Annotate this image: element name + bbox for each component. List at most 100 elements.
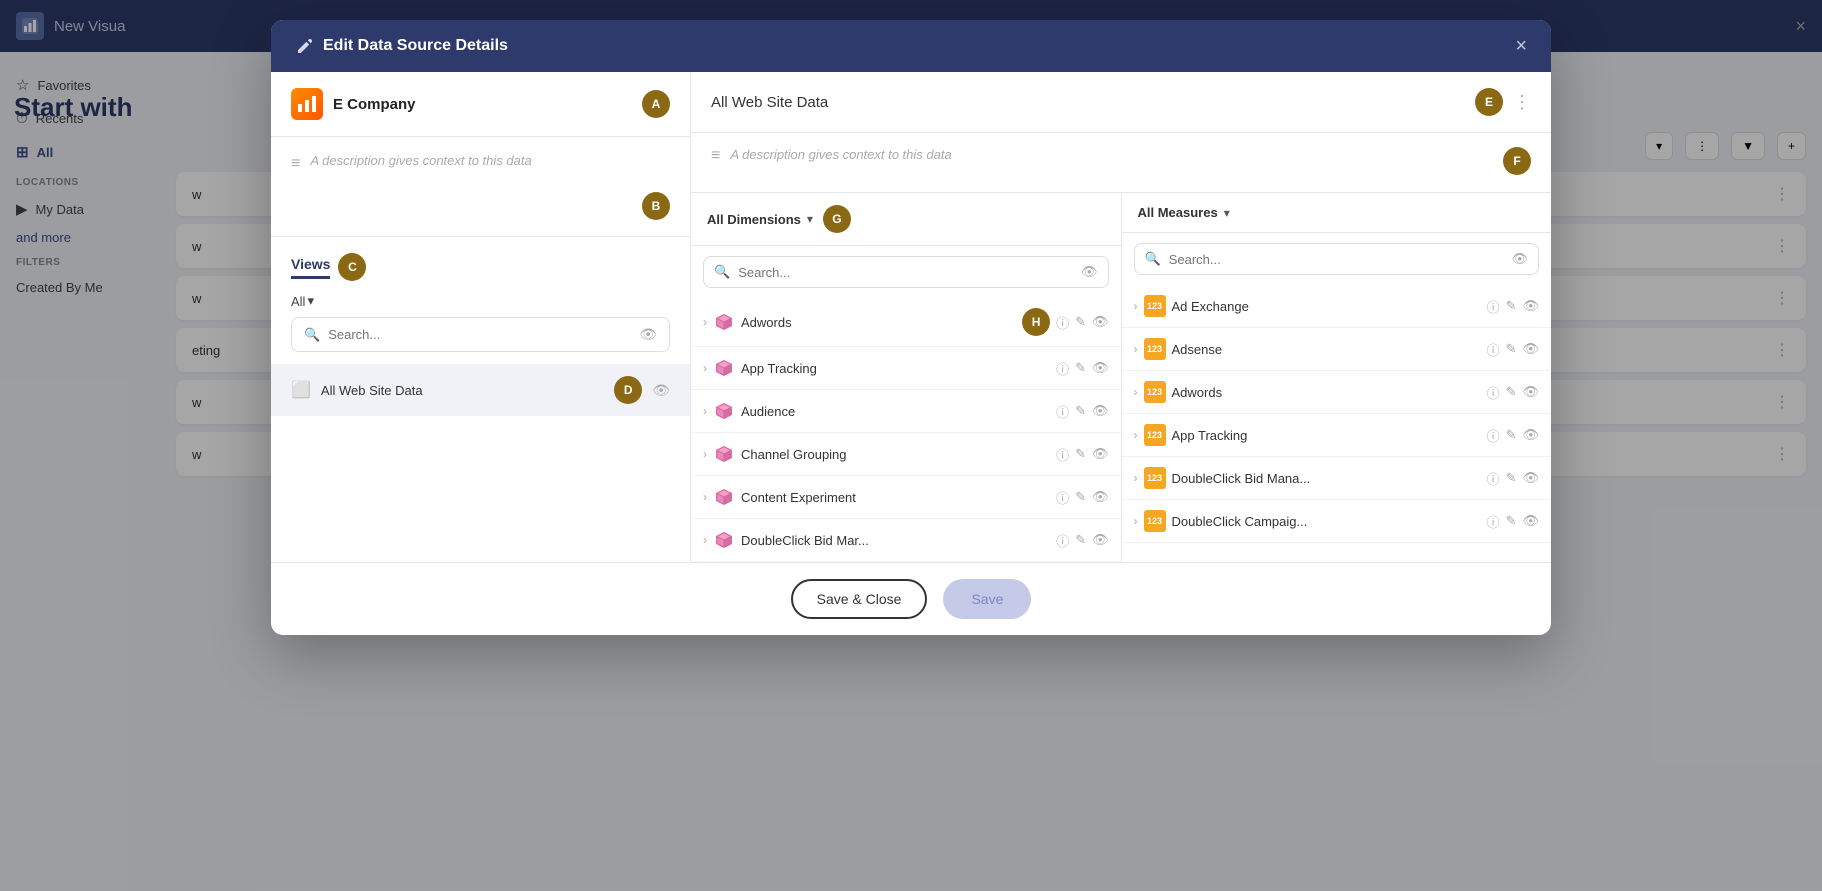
- eye-icon[interactable]: 👁: [1522, 298, 1539, 314]
- chevron-down-icon: ▾: [307, 293, 314, 309]
- eye-icon[interactable]: 👁: [1092, 403, 1109, 419]
- left-panel: E Company A ≡ A description gives contex…: [271, 72, 691, 562]
- chevron-icon: ›: [703, 533, 707, 547]
- measure-item-adwords[interactable]: › 123 Adwords ⓘ ✎ 👁: [1122, 371, 1552, 414]
- eye-icon[interactable]: 👁: [1092, 489, 1109, 505]
- eye-icon[interactable]: 👁: [1522, 341, 1539, 357]
- search-icon: 🔍: [304, 327, 320, 343]
- left-description-text: A description gives context to this data: [310, 153, 531, 168]
- badge-f: F: [1503, 147, 1531, 175]
- view-list-item[interactable]: ⬜ All Web Site Data D 👁: [271, 364, 690, 416]
- badge-d: D: [614, 376, 642, 404]
- all-filter-button[interactable]: All ▾: [291, 293, 314, 309]
- cube-icon-channel-grouping: [713, 443, 735, 465]
- eye-icon[interactable]: 👁: [1092, 532, 1109, 548]
- views-search-box: 🔍 👁: [291, 317, 670, 352]
- edit-icon[interactable]: ✎: [1075, 532, 1086, 548]
- edit-icon[interactable]: ✎: [1506, 384, 1517, 400]
- measures-title: All Measures: [1138, 205, 1218, 220]
- info-icon[interactable]: ⓘ: [1056, 402, 1069, 421]
- badge-g: G: [823, 205, 851, 233]
- chevron-icon: ›: [1134, 428, 1138, 442]
- datasource-more-button[interactable]: ⋮: [1513, 92, 1531, 113]
- dimensions-arrow-icon: ▾: [807, 212, 813, 226]
- dimensions-search-input[interactable]: [738, 265, 1073, 280]
- save-button[interactable]: Save: [943, 579, 1031, 619]
- view-list: ⬜ All Web Site Data D 👁: [271, 364, 690, 562]
- chevron-icon: ›: [1134, 514, 1138, 528]
- description-lines-icon: ≡: [291, 155, 300, 173]
- badge-b: B: [642, 192, 670, 220]
- chevron-icon: ›: [703, 361, 707, 375]
- info-icon[interactable]: ⓘ: [1056, 531, 1069, 550]
- views-tab[interactable]: Views: [291, 256, 330, 279]
- cube-icon-doubleclick: [713, 529, 735, 551]
- info-icon[interactable]: ⓘ: [1056, 359, 1069, 378]
- info-icon[interactable]: ⓘ: [1487, 383, 1500, 402]
- dim-eye-icon[interactable]: 👁: [1081, 264, 1098, 280]
- save-and-close-button[interactable]: Save & Close: [791, 579, 928, 619]
- dimension-item-app-tracking[interactable]: › App Tracking: [691, 347, 1121, 390]
- edit-icon[interactable]: ✎: [1506, 298, 1517, 314]
- edit-icon[interactable]: ✎: [1075, 489, 1086, 505]
- dimension-item-channel-grouping[interactable]: › Channel Grouping: [691, 433, 1121, 476]
- edit-icon[interactable]: ✎: [1506, 513, 1517, 529]
- dimension-item-doubleclick-bid[interactable]: › DoubleClick Bid Mar...: [691, 519, 1121, 562]
- info-icon[interactable]: ⓘ: [1056, 488, 1069, 507]
- chevron-icon: ›: [1134, 385, 1138, 399]
- badge-h: H: [1022, 308, 1050, 336]
- measure-item-doubleclick-campaign[interactable]: › 123 DoubleClick Campaig... ⓘ ✎ 👁: [1122, 500, 1552, 543]
- eye-icon[interactable]: 👁: [1522, 470, 1539, 486]
- measures-search-input[interactable]: [1169, 252, 1504, 267]
- edit-icon[interactable]: ✎: [1506, 341, 1517, 357]
- measure-item-adsense[interactable]: › 123 Adsense ⓘ ✎ 👁: [1122, 328, 1552, 371]
- eye-icon[interactable]: 👁: [1522, 384, 1539, 400]
- datasource-description-area: ≡ A description gives context to this da…: [691, 133, 1551, 193]
- company-header: E Company A: [271, 72, 690, 137]
- modal-close-button[interactable]: ×: [1515, 35, 1527, 58]
- dimension-item-content-experiment[interactable]: › Content Experiment: [691, 476, 1121, 519]
- info-icon[interactable]: ⓘ: [1487, 426, 1500, 445]
- cube-icon-app-tracking: [713, 357, 735, 379]
- eye-icon[interactable]: 👁: [1522, 513, 1539, 529]
- edit-icon[interactable]: ✎: [1075, 446, 1086, 462]
- dimension-item-audience[interactable]: › Audience ⓘ: [691, 390, 1121, 433]
- all-filter-row: All ▾: [271, 289, 690, 317]
- measure-name-adsense: Adsense: [1172, 342, 1481, 357]
- eye-icon[interactable]: 👁: [1522, 427, 1539, 443]
- eye-icon[interactable]: 👁: [639, 326, 657, 343]
- dimensions-column: All Dimensions ▾ G 🔍 👁 ›: [691, 193, 1122, 562]
- edit-icon[interactable]: ✎: [1075, 314, 1086, 330]
- eye-icon[interactable]: 👁: [1092, 360, 1109, 376]
- edit-icon[interactable]: ✎: [1075, 360, 1086, 376]
- edit-datasource-modal: Edit Data Source Details × E Company A ≡: [271, 20, 1551, 635]
- chevron-icon: ›: [703, 404, 707, 418]
- edit-icon[interactable]: ✎: [1075, 403, 1086, 419]
- eye-icon[interactable]: 👁: [1092, 446, 1109, 462]
- measure-item-doubleclick-bid[interactable]: › 123 DoubleClick Bid Mana... ⓘ ✎ 👁: [1122, 457, 1552, 500]
- edit-icon[interactable]: ✎: [1506, 427, 1517, 443]
- measure-item-ad-exchange[interactable]: › 123 Ad Exchange ⓘ ✎ 👁: [1122, 285, 1552, 328]
- edit-icon[interactable]: ✎: [1506, 470, 1517, 486]
- info-icon[interactable]: ⓘ: [1056, 445, 1069, 464]
- modal-body: E Company A ≡ A description gives contex…: [271, 72, 1551, 562]
- modal-header: Edit Data Source Details ×: [271, 20, 1551, 72]
- info-icon[interactable]: ⓘ: [1487, 512, 1500, 531]
- info-icon[interactable]: ⓘ: [1487, 469, 1500, 488]
- chevron-icon: ›: [703, 490, 707, 504]
- view-item-eye-icon[interactable]: 👁: [652, 382, 670, 399]
- company-icon: [291, 88, 323, 120]
- info-icon[interactable]: ⓘ: [1056, 313, 1069, 332]
- measures-list: › 123 Ad Exchange ⓘ ✎ 👁 › 123: [1122, 285, 1552, 562]
- badge-c: C: [338, 253, 366, 281]
- info-icon[interactable]: ⓘ: [1487, 297, 1500, 316]
- measure-item-app-tracking[interactable]: › 123 App Tracking ⓘ ✎ 👁: [1122, 414, 1552, 457]
- dimension-name-app-tracking: App Tracking: [741, 361, 1050, 376]
- meas-eye-icon[interactable]: 👁: [1511, 251, 1528, 267]
- chevron-icon: ›: [1134, 471, 1138, 485]
- info-icon[interactable]: ⓘ: [1487, 340, 1500, 359]
- eye-icon[interactable]: 👁: [1092, 314, 1109, 330]
- views-search-input[interactable]: [328, 327, 631, 342]
- all-filter-label: All: [291, 294, 305, 309]
- dimension-item-adwords[interactable]: › Adwords H: [691, 298, 1121, 347]
